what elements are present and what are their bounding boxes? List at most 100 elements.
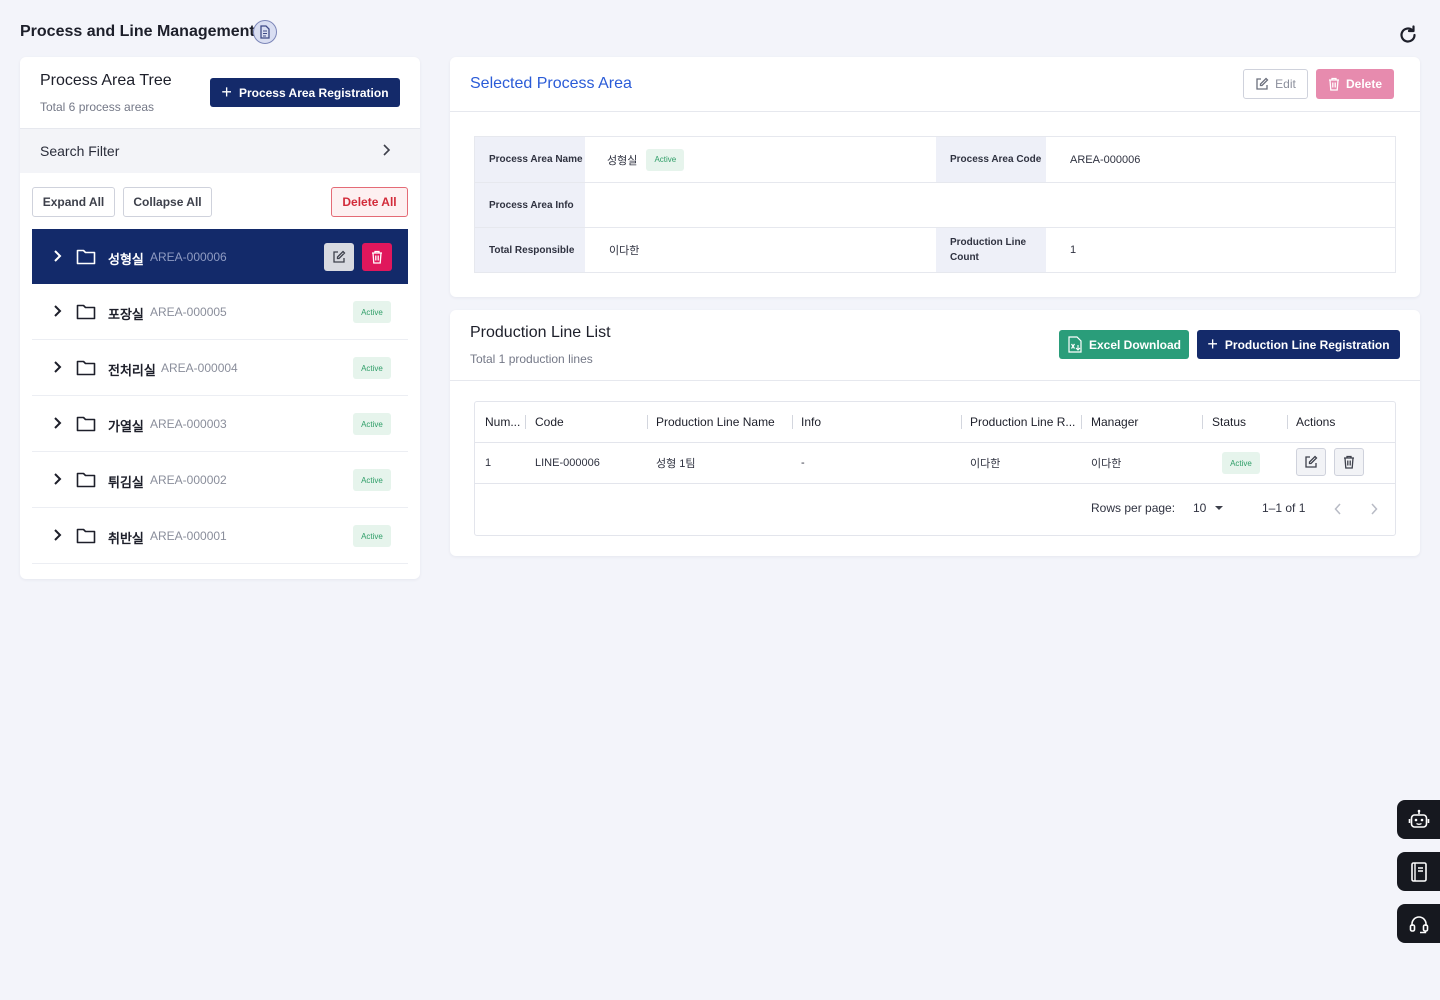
next-page-button[interactable] (1364, 499, 1384, 519)
column-header-info[interactable]: Info (791, 402, 961, 442)
folder-icon (76, 303, 96, 320)
prev-page-button[interactable] (1328, 499, 1348, 519)
status-badge: Active (353, 357, 391, 379)
process-area-name-text: 성형실 (607, 154, 638, 167)
document-icon[interactable] (253, 20, 277, 44)
tree-item-code: AREA-000003 (150, 417, 227, 431)
process-area-registration-label: Process Area Registration (238, 85, 389, 100)
tree-item[interactable]: 전처리실 AREA-000004 Active (32, 340, 408, 396)
column-header-line-name[interactable]: Production Line Name (646, 402, 791, 442)
production-line-subtitle: Total 1 production lines (470, 352, 593, 366)
process-area-name-label: Process Area Name (475, 137, 585, 182)
excel-download-label: Excel Download (1088, 337, 1182, 352)
edit-icon (1304, 455, 1318, 469)
selected-process-area-panel: Selected Process Area Edit Delete Proces… (450, 57, 1420, 297)
manual-button[interactable] (1397, 852, 1440, 891)
column-header-num[interactable]: Num... (475, 402, 530, 442)
process-area-info-label: Process Area Info (475, 183, 585, 227)
search-filter-toggle[interactable]: Search Filter (20, 128, 420, 173)
chatbot-button[interactable] (1397, 800, 1440, 839)
process-area-registration-button[interactable]: + Process Area Registration (210, 78, 400, 107)
chevron-left-icon (1334, 503, 1342, 515)
column-header-responsible[interactable]: Production Line R... (960, 402, 1076, 442)
folder-icon (76, 415, 96, 432)
chevron-right-icon[interactable] (52, 416, 62, 430)
row-edit-button[interactable] (1296, 448, 1326, 476)
delete-all-button[interactable]: Delete All (331, 187, 408, 217)
tree-item-name: 튀김실 (108, 475, 144, 490)
production-line-registration-button[interactable]: + Production Line Registration (1197, 330, 1400, 359)
rows-per-page-select[interactable]: 10 (1193, 501, 1224, 515)
excel-icon (1067, 336, 1083, 353)
rows-per-page-label: Rows per page: (1091, 501, 1176, 515)
status-badge: Active (353, 525, 391, 547)
chevron-right-icon[interactable] (52, 304, 62, 318)
divider (475, 483, 1395, 484)
status-badge: Active (353, 469, 391, 491)
folder-icon (76, 359, 96, 376)
delete-button[interactable]: Delete (1316, 69, 1394, 99)
page-title: Process and Line Management (20, 23, 255, 40)
folder-icon (76, 248, 96, 265)
cell-code: LINE-000006 (535, 457, 600, 469)
edit-icon (1255, 77, 1269, 91)
tree-item-name: 취반실 (108, 531, 144, 546)
divider (450, 111, 1420, 112)
column-header-code[interactable]: Code (525, 402, 645, 442)
tree-item-code: AREA-000006 (150, 250, 227, 264)
tree-subtitle: Total 6 process areas (40, 100, 155, 114)
tree-item-code: AREA-000004 (161, 361, 238, 375)
chevron-right-icon[interactable] (52, 249, 62, 263)
process-area-info-grid: Process Area Name 성형실 Active Process Are… (474, 136, 1396, 273)
production-line-count-value: 1 (1070, 244, 1077, 256)
headset-icon (1408, 913, 1430, 935)
tree-item-code: AREA-000005 (150, 305, 227, 319)
book-icon (1409, 861, 1429, 883)
cell-responsible: 이다한 (970, 458, 1001, 470)
tree-item-name: 포장실 (108, 307, 144, 322)
process-area-name-value: 성형실 Active (607, 137, 685, 182)
production-line-title: Production Line List (470, 324, 611, 341)
support-button[interactable] (1397, 904, 1440, 943)
tree-item-code: AREA-000002 (150, 473, 227, 487)
divider (475, 182, 1395, 183)
process-area-code-label: Process Area Code (936, 137, 1046, 182)
chevron-right-icon[interactable] (52, 472, 62, 486)
total-responsible-value: 이다한 (609, 245, 640, 257)
folder-icon (76, 527, 96, 544)
production-line-registration-label: Production Line Registration (1224, 337, 1390, 352)
status-badge: Active (646, 148, 685, 171)
caret-down-icon (1214, 505, 1224, 511)
tree-item[interactable]: 튀김실 AREA-000002 Active (32, 452, 408, 508)
refresh-icon[interactable] (1397, 24, 1419, 46)
tree-item[interactable]: 포장실 AREA-000005 Active (32, 284, 408, 340)
column-header-status[interactable]: Status (1202, 402, 1282, 442)
excel-download-button[interactable]: Excel Download (1059, 330, 1189, 359)
cell-line-name: 성형 1팀 (656, 458, 696, 470)
edit-icon[interactable] (324, 243, 354, 271)
tree-item[interactable]: 취반실 AREA-000001 Active (32, 508, 408, 564)
tree-item[interactable]: 가열실 AREA-000003 Active (32, 396, 408, 452)
collapse-all-button[interactable]: Collapse All (123, 187, 212, 217)
search-filter-label: Search Filter (40, 143, 120, 159)
tree-item-name: 성형실 (108, 252, 144, 267)
cell-info: - (801, 457, 805, 469)
plus-icon: + (221, 81, 232, 102)
plus-icon: + (1207, 333, 1218, 354)
tree-title: Process Area Tree (40, 72, 172, 89)
tree-item[interactable]: 성형실 AREA-000006 (32, 229, 408, 284)
trash-icon[interactable] (362, 243, 392, 271)
column-header-actions: Actions (1296, 415, 1336, 429)
expand-all-button[interactable]: Expand All (32, 187, 115, 217)
row-delete-button[interactable] (1334, 448, 1364, 476)
tree-item-name: 전처리실 (108, 363, 156, 378)
chevron-right-icon[interactable] (52, 360, 62, 374)
chevron-right-icon[interactable] (52, 528, 62, 542)
tree-item-name: 가열실 (108, 419, 144, 434)
cell-num: 1 (485, 457, 492, 469)
edit-button[interactable]: Edit (1243, 69, 1308, 99)
column-header-manager[interactable]: Manager (1081, 402, 1196, 442)
trash-icon (1328, 77, 1340, 91)
pagination-range: 1–1 of 1 (1262, 501, 1306, 515)
folder-icon (76, 471, 96, 488)
